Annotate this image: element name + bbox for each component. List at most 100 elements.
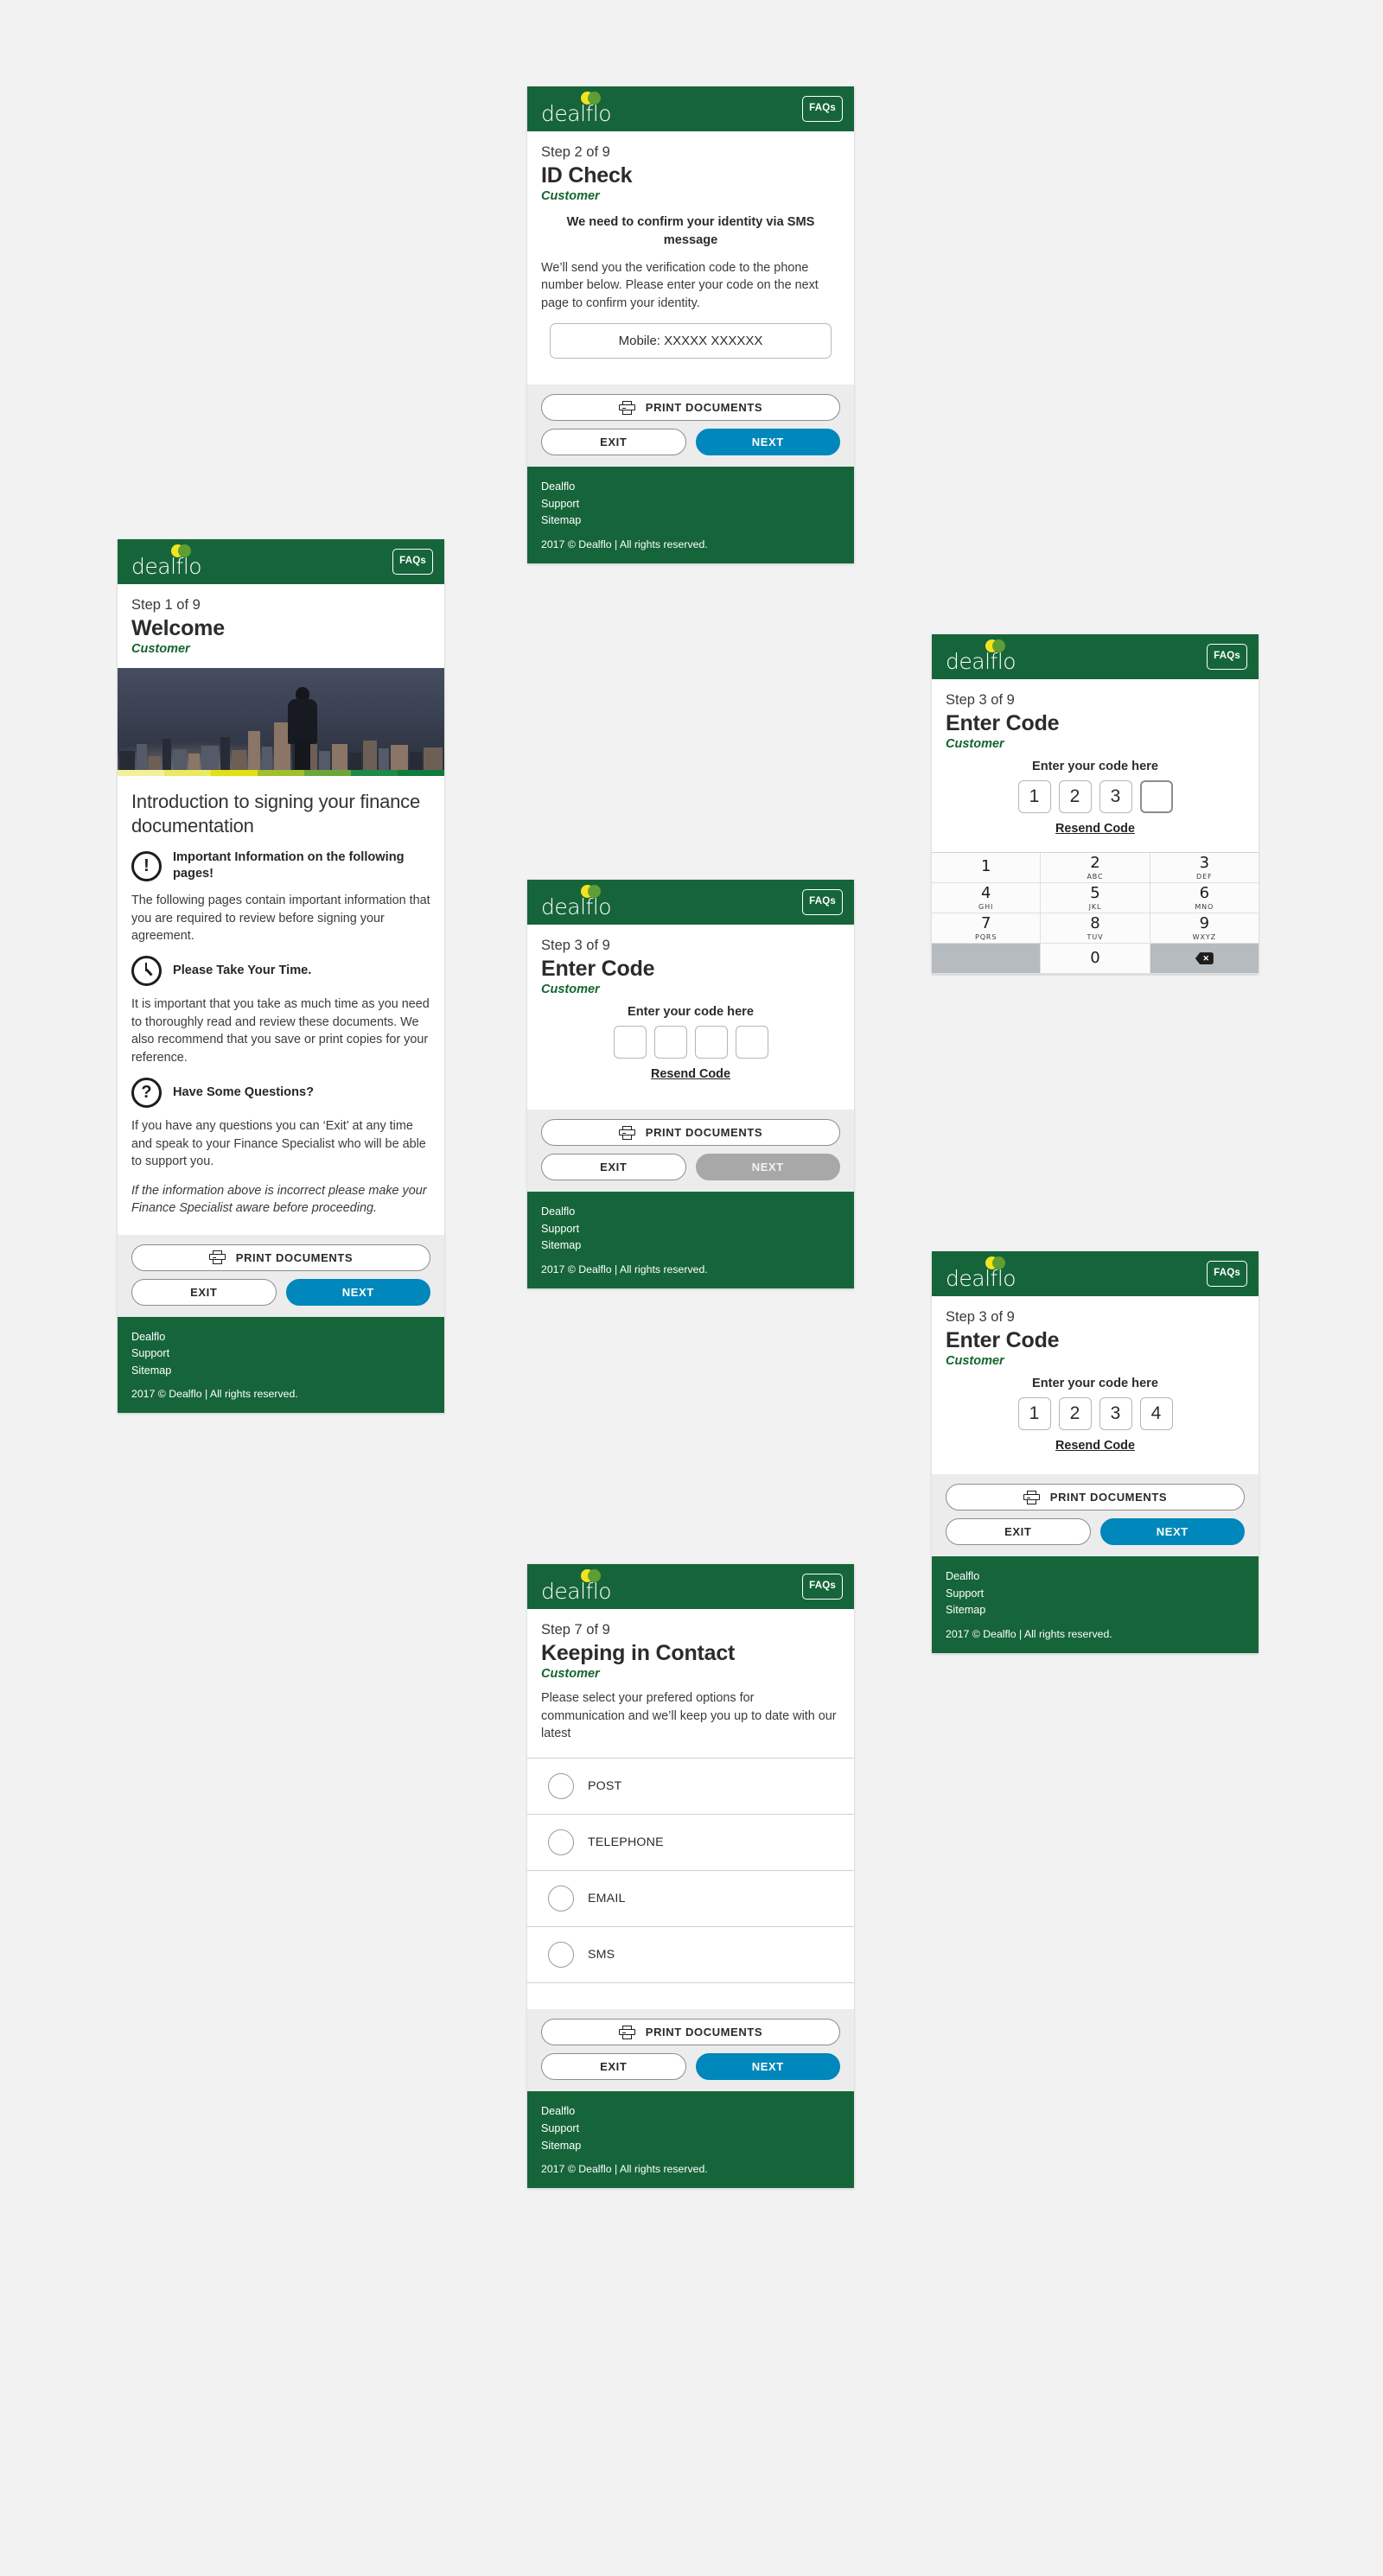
enter-code-content: Step 3 of 9 Enter Code Customer Enter yo… bbox=[932, 679, 1259, 853]
dealflo-logo[interactable]: dealflo bbox=[541, 1569, 636, 1604]
keypad-key-backspace[interactable]: ✕ bbox=[1150, 944, 1259, 975]
resend-code-link[interactable]: Resend Code bbox=[651, 1067, 730, 1081]
keypad-key-0[interactable]: 0 bbox=[1041, 944, 1150, 975]
hero-person-silhouette bbox=[288, 687, 317, 771]
print-documents-button[interactable]: PRINT DOCUMENTS bbox=[541, 1119, 840, 1147]
key-letters: DEF bbox=[1196, 872, 1213, 881]
code-entry-group bbox=[541, 1026, 840, 1059]
card-keeping-in-contact: dealflo FAQs Step 7 of 9 Keeping in Cont… bbox=[527, 1564, 854, 2189]
logo-wordmark: dealflo bbox=[541, 1579, 612, 1604]
footer-link-support[interactable]: Support bbox=[131, 1345, 430, 1363]
footer-link-sitemap[interactable]: Sitemap bbox=[131, 1363, 430, 1380]
keypad-row: 4 GHI 5 JKL 6 MNO bbox=[932, 883, 1259, 914]
footer-link-sitemap[interactable]: Sitemap bbox=[541, 1237, 840, 1255]
footer-link-sitemap[interactable]: Sitemap bbox=[946, 1602, 1245, 1619]
dealflo-logo[interactable]: dealflo bbox=[946, 1256, 1041, 1291]
print-documents-button[interactable]: PRINT DOCUMENTS bbox=[946, 1484, 1245, 1511]
keypad-key-4[interactable]: 4 GHI bbox=[932, 883, 1042, 914]
keypad-key-8[interactable]: 8 TUV bbox=[1041, 913, 1150, 945]
keypad-key-6[interactable]: 6 MNO bbox=[1150, 883, 1259, 914]
key-letters: WXYZ bbox=[1192, 932, 1216, 941]
next-button[interactable]: NEXT bbox=[1099, 1518, 1245, 1546]
footer-link-support[interactable]: Support bbox=[541, 2121, 840, 2138]
option-email[interactable]: EMAIL bbox=[527, 1871, 854, 1928]
print-documents-button[interactable]: PRINT DOCUMENTS bbox=[541, 394, 840, 422]
footer-link-dealflo[interactable]: Dealflo bbox=[541, 2103, 840, 2121]
keypad-key-2[interactable]: 2 ABC bbox=[1041, 853, 1150, 884]
keypad-row: 1 2 ABC 3 DEF bbox=[932, 853, 1259, 884]
code-digit-3[interactable] bbox=[694, 1026, 728, 1059]
radio-icon[interactable] bbox=[548, 1942, 574, 1969]
resend-code-link[interactable]: Resend Code bbox=[1055, 1439, 1135, 1453]
action-bar: PRINT DOCUMENTS EXIT NEXT bbox=[527, 1110, 854, 1193]
code-digit-3[interactable]: 3 bbox=[1099, 780, 1132, 814]
faqs-button[interactable]: FAQs bbox=[802, 889, 843, 915]
logo-wordmark: dealflo bbox=[946, 649, 1017, 674]
communication-options-list: POST TELEPHONE EMAIL SMS bbox=[527, 1758, 854, 2010]
code-digit-1[interactable]: 1 bbox=[1017, 780, 1051, 814]
footer-link-support[interactable]: Support bbox=[946, 1586, 1245, 1603]
footer-link-support[interactable]: Support bbox=[541, 1221, 840, 1238]
keypad-key-5[interactable]: 5 JKL bbox=[1041, 883, 1150, 914]
next-button[interactable]: NEXT bbox=[695, 429, 840, 456]
code-digit-3[interactable]: 3 bbox=[1099, 1397, 1132, 1431]
exit-button[interactable]: EXIT bbox=[131, 1278, 277, 1306]
code-digit-1[interactable]: 1 bbox=[1017, 1397, 1051, 1431]
exit-button[interactable]: EXIT bbox=[541, 1154, 686, 1181]
role-label: Customer bbox=[946, 1354, 1004, 1369]
option-telephone[interactable]: TELEPHONE bbox=[527, 1815, 854, 1872]
keypad-key-7[interactable]: 7 PQRS bbox=[932, 913, 1042, 945]
code-digit-2[interactable]: 2 bbox=[1058, 780, 1092, 814]
option-sms[interactable]: SMS bbox=[527, 1927, 854, 1984]
role-label: Customer bbox=[541, 1667, 600, 1682]
footer-link-support[interactable]: Support bbox=[541, 496, 840, 513]
id-check-lead: We need to confirm your identity via SMS… bbox=[566, 215, 815, 247]
exit-button[interactable]: EXIT bbox=[541, 429, 686, 456]
welcome-heading: Introduction to signing your finance doc… bbox=[131, 791, 421, 836]
footer-link-sitemap[interactable]: Sitemap bbox=[541, 512, 840, 530]
logo-wordmark: dealflo bbox=[541, 894, 612, 919]
footer-link-dealflo[interactable]: Dealflo bbox=[541, 1204, 840, 1221]
footer: Dealflo Support Sitemap 2017 © Dealflo |… bbox=[932, 1556, 1259, 1653]
question-icon: ? bbox=[131, 1078, 162, 1109]
dealflo-logo[interactable]: dealflo bbox=[131, 544, 226, 579]
faqs-button[interactable]: FAQs bbox=[392, 549, 433, 575]
code-digit-4[interactable]: 4 bbox=[1139, 1397, 1173, 1431]
exit-button[interactable]: EXIT bbox=[946, 1518, 1091, 1546]
code-digit-4[interactable] bbox=[735, 1026, 768, 1059]
radio-icon[interactable] bbox=[548, 1829, 574, 1856]
next-button[interactable]: NEXT bbox=[285, 1278, 430, 1306]
dealflo-logo[interactable]: dealflo bbox=[541, 885, 636, 919]
code-digit-2[interactable] bbox=[653, 1026, 687, 1059]
keypad-key-1[interactable]: 1 bbox=[932, 853, 1042, 884]
footer-copyright: 2017 © Dealflo | All rights reserved. bbox=[131, 1388, 298, 1401]
code-digit-4[interactable] bbox=[1139, 780, 1173, 814]
key-number: 7 bbox=[980, 913, 991, 932]
radio-icon[interactable] bbox=[548, 1886, 574, 1912]
role-label: Customer bbox=[131, 642, 190, 657]
next-button[interactable]: NEXT bbox=[695, 2053, 840, 2081]
code-digit-2[interactable]: 2 bbox=[1058, 1397, 1092, 1431]
resend-code-link[interactable]: Resend Code bbox=[1055, 822, 1135, 836]
faqs-button[interactable]: FAQs bbox=[802, 96, 843, 122]
print-documents-button[interactable]: PRINT DOCUMENTS bbox=[131, 1243, 430, 1271]
keypad-key-3[interactable]: 3 DEF bbox=[1150, 853, 1259, 884]
code-digit-1[interactable] bbox=[613, 1026, 647, 1059]
resend-code-wrap: Resend Code bbox=[946, 821, 1245, 836]
footer-link-sitemap[interactable]: Sitemap bbox=[541, 2138, 840, 2155]
faqs-button[interactable]: FAQs bbox=[802, 1574, 843, 1600]
dealflo-logo[interactable]: dealflo bbox=[946, 639, 1041, 674]
footer-link-dealflo[interactable]: Dealflo bbox=[541, 479, 840, 496]
footer-link-dealflo[interactable]: Dealflo bbox=[131, 1329, 430, 1346]
option-post[interactable]: POST bbox=[527, 1759, 854, 1816]
logo-wordmark: dealflo bbox=[131, 554, 202, 579]
faqs-button[interactable]: FAQs bbox=[1207, 1261, 1247, 1287]
print-documents-button[interactable]: PRINT DOCUMENTS bbox=[541, 2019, 840, 2046]
faqs-button[interactable]: FAQs bbox=[1207, 644, 1247, 670]
dealflo-logo[interactable]: dealflo bbox=[541, 92, 636, 126]
radio-icon[interactable] bbox=[548, 1773, 574, 1800]
exit-button[interactable]: EXIT bbox=[541, 2053, 686, 2081]
footer-link-dealflo[interactable]: Dealflo bbox=[946, 1568, 1245, 1586]
mobile-number-field[interactable]: Mobile: XXXXX XXXXXX bbox=[550, 323, 832, 359]
keypad-key-9[interactable]: 9 WXYZ bbox=[1150, 913, 1259, 945]
